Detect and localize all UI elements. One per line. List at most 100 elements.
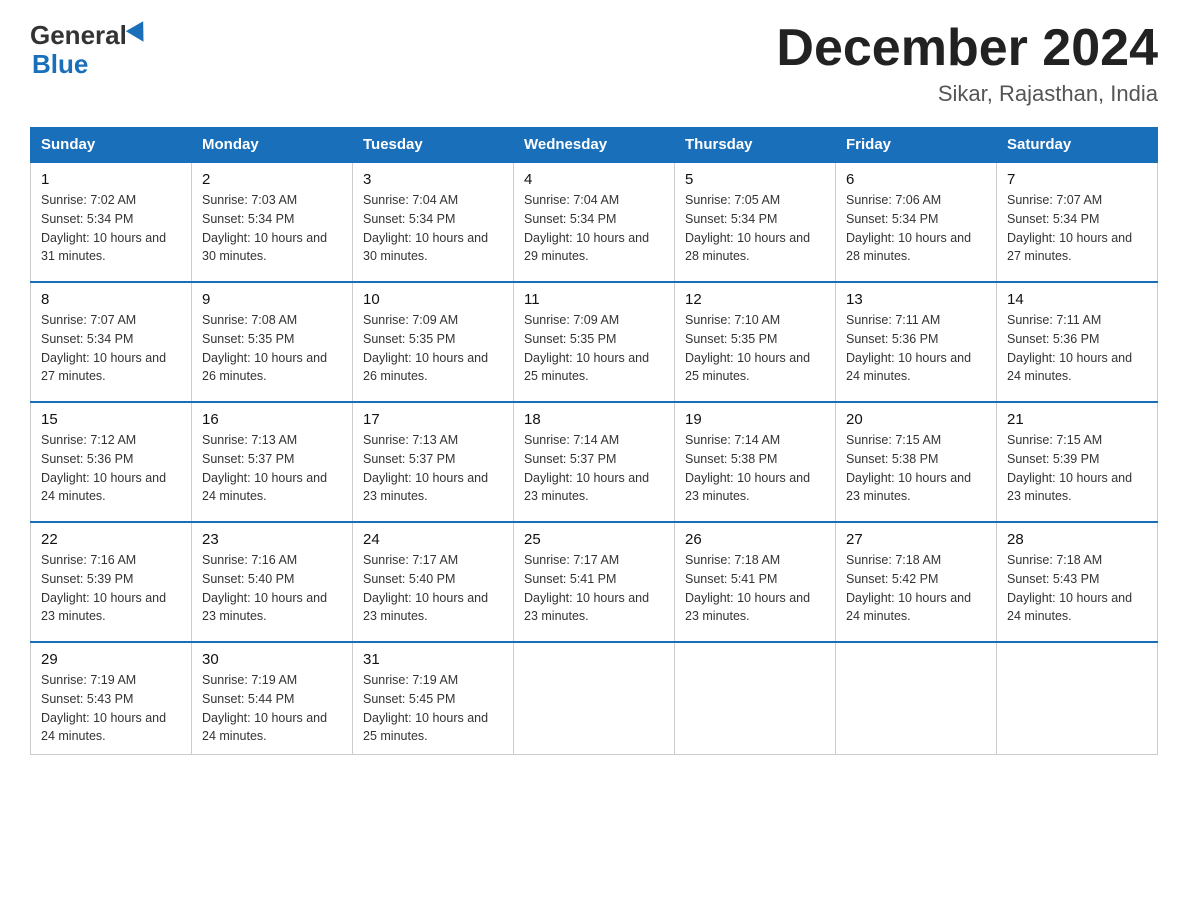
table-row: 2 Sunrise: 7:03 AM Sunset: 5:34 PM Dayli… (192, 162, 353, 282)
table-row: 26 Sunrise: 7:18 AM Sunset: 5:41 PM Dayl… (675, 522, 836, 642)
logo-text: General (30, 20, 149, 51)
location-title: Sikar, Rajasthan, India (776, 81, 1158, 107)
day-number: 13 (846, 291, 986, 308)
table-row: 30 Sunrise: 7:19 AM Sunset: 5:44 PM Dayl… (192, 642, 353, 755)
day-info: Sunrise: 7:10 AM Sunset: 5:35 PM Dayligh… (685, 311, 825, 386)
day-info: Sunrise: 7:19 AM Sunset: 5:44 PM Dayligh… (202, 671, 342, 746)
calendar-row-2: 15 Sunrise: 7:12 AM Sunset: 5:36 PM Dayl… (31, 402, 1158, 522)
table-row: 4 Sunrise: 7:04 AM Sunset: 5:34 PM Dayli… (514, 162, 675, 282)
day-number: 19 (685, 411, 825, 428)
day-number: 6 (846, 171, 986, 188)
month-title: December 2024 (776, 20, 1158, 77)
day-number: 10 (363, 291, 503, 308)
table-row: 17 Sunrise: 7:13 AM Sunset: 5:37 PM Dayl… (353, 402, 514, 522)
day-info: Sunrise: 7:03 AM Sunset: 5:34 PM Dayligh… (202, 191, 342, 266)
table-row: 14 Sunrise: 7:11 AM Sunset: 5:36 PM Dayl… (997, 282, 1158, 402)
day-info: Sunrise: 7:11 AM Sunset: 5:36 PM Dayligh… (846, 311, 986, 386)
day-number: 17 (363, 411, 503, 428)
day-info: Sunrise: 7:17 AM Sunset: 5:40 PM Dayligh… (363, 551, 503, 626)
day-number: 1 (41, 171, 181, 188)
table-row (836, 642, 997, 755)
col-tuesday: Tuesday (353, 128, 514, 163)
table-row: 22 Sunrise: 7:16 AM Sunset: 5:39 PM Dayl… (31, 522, 192, 642)
day-number: 21 (1007, 411, 1147, 428)
day-number: 3 (363, 171, 503, 188)
table-row: 6 Sunrise: 7:06 AM Sunset: 5:34 PM Dayli… (836, 162, 997, 282)
col-saturday: Saturday (997, 128, 1158, 163)
table-row: 15 Sunrise: 7:12 AM Sunset: 5:36 PM Dayl… (31, 402, 192, 522)
table-row: 11 Sunrise: 7:09 AM Sunset: 5:35 PM Dayl… (514, 282, 675, 402)
day-number: 14 (1007, 291, 1147, 308)
table-row: 19 Sunrise: 7:14 AM Sunset: 5:38 PM Dayl… (675, 402, 836, 522)
day-info: Sunrise: 7:15 AM Sunset: 5:39 PM Dayligh… (1007, 431, 1147, 506)
day-number: 12 (685, 291, 825, 308)
col-monday: Monday (192, 128, 353, 163)
day-number: 8 (41, 291, 181, 308)
logo-triangle-icon (126, 21, 152, 47)
day-number: 24 (363, 531, 503, 548)
day-info: Sunrise: 7:17 AM Sunset: 5:41 PM Dayligh… (524, 551, 664, 626)
logo: General Blue (30, 20, 149, 80)
table-row: 20 Sunrise: 7:15 AM Sunset: 5:38 PM Dayl… (836, 402, 997, 522)
day-info: Sunrise: 7:13 AM Sunset: 5:37 PM Dayligh… (363, 431, 503, 506)
table-row: 10 Sunrise: 7:09 AM Sunset: 5:35 PM Dayl… (353, 282, 514, 402)
table-row: 18 Sunrise: 7:14 AM Sunset: 5:37 PM Dayl… (514, 402, 675, 522)
day-number: 25 (524, 531, 664, 548)
table-row: 23 Sunrise: 7:16 AM Sunset: 5:40 PM Dayl… (192, 522, 353, 642)
day-info: Sunrise: 7:07 AM Sunset: 5:34 PM Dayligh… (1007, 191, 1147, 266)
day-info: Sunrise: 7:18 AM Sunset: 5:41 PM Dayligh… (685, 551, 825, 626)
day-number: 2 (202, 171, 342, 188)
table-row: 21 Sunrise: 7:15 AM Sunset: 5:39 PM Dayl… (997, 402, 1158, 522)
day-number: 9 (202, 291, 342, 308)
col-sunday: Sunday (31, 128, 192, 163)
title-area: December 2024 Sikar, Rajasthan, India (776, 20, 1158, 107)
table-row: 13 Sunrise: 7:11 AM Sunset: 5:36 PM Dayl… (836, 282, 997, 402)
day-info: Sunrise: 7:16 AM Sunset: 5:39 PM Dayligh… (41, 551, 181, 626)
day-number: 15 (41, 411, 181, 428)
calendar-row-3: 22 Sunrise: 7:16 AM Sunset: 5:39 PM Dayl… (31, 522, 1158, 642)
day-number: 31 (363, 651, 503, 668)
table-row: 27 Sunrise: 7:18 AM Sunset: 5:42 PM Dayl… (836, 522, 997, 642)
table-row: 16 Sunrise: 7:13 AM Sunset: 5:37 PM Dayl… (192, 402, 353, 522)
page-header: General Blue December 2024 Sikar, Rajast… (30, 20, 1158, 107)
logo-blue: Blue (32, 49, 88, 79)
day-number: 18 (524, 411, 664, 428)
day-number: 27 (846, 531, 986, 548)
day-number: 23 (202, 531, 342, 548)
day-number: 30 (202, 651, 342, 668)
day-number: 16 (202, 411, 342, 428)
day-number: 22 (41, 531, 181, 548)
day-number: 20 (846, 411, 986, 428)
day-info: Sunrise: 7:05 AM Sunset: 5:34 PM Dayligh… (685, 191, 825, 266)
day-number: 5 (685, 171, 825, 188)
day-number: 4 (524, 171, 664, 188)
day-number: 7 (1007, 171, 1147, 188)
day-info: Sunrise: 7:04 AM Sunset: 5:34 PM Dayligh… (524, 191, 664, 266)
day-info: Sunrise: 7:18 AM Sunset: 5:43 PM Dayligh… (1007, 551, 1147, 626)
table-row: 25 Sunrise: 7:17 AM Sunset: 5:41 PM Dayl… (514, 522, 675, 642)
day-number: 28 (1007, 531, 1147, 548)
col-thursday: Thursday (675, 128, 836, 163)
calendar-row-1: 8 Sunrise: 7:07 AM Sunset: 5:34 PM Dayli… (31, 282, 1158, 402)
day-info: Sunrise: 7:15 AM Sunset: 5:38 PM Dayligh… (846, 431, 986, 506)
table-row: 7 Sunrise: 7:07 AM Sunset: 5:34 PM Dayli… (997, 162, 1158, 282)
day-info: Sunrise: 7:07 AM Sunset: 5:34 PM Dayligh… (41, 311, 181, 386)
col-wednesday: Wednesday (514, 128, 675, 163)
table-row: 3 Sunrise: 7:04 AM Sunset: 5:34 PM Dayli… (353, 162, 514, 282)
day-info: Sunrise: 7:14 AM Sunset: 5:38 PM Dayligh… (685, 431, 825, 506)
day-number: 29 (41, 651, 181, 668)
table-row (675, 642, 836, 755)
day-info: Sunrise: 7:02 AM Sunset: 5:34 PM Dayligh… (41, 191, 181, 266)
day-info: Sunrise: 7:19 AM Sunset: 5:45 PM Dayligh… (363, 671, 503, 746)
day-info: Sunrise: 7:04 AM Sunset: 5:34 PM Dayligh… (363, 191, 503, 266)
table-row: 5 Sunrise: 7:05 AM Sunset: 5:34 PM Dayli… (675, 162, 836, 282)
day-info: Sunrise: 7:19 AM Sunset: 5:43 PM Dayligh… (41, 671, 181, 746)
day-info: Sunrise: 7:18 AM Sunset: 5:42 PM Dayligh… (846, 551, 986, 626)
col-friday: Friday (836, 128, 997, 163)
table-row: 8 Sunrise: 7:07 AM Sunset: 5:34 PM Dayli… (31, 282, 192, 402)
table-row: 12 Sunrise: 7:10 AM Sunset: 5:35 PM Dayl… (675, 282, 836, 402)
day-info: Sunrise: 7:06 AM Sunset: 5:34 PM Dayligh… (846, 191, 986, 266)
header-row: Sunday Monday Tuesday Wednesday Thursday… (31, 128, 1158, 163)
table-row: 1 Sunrise: 7:02 AM Sunset: 5:34 PM Dayli… (31, 162, 192, 282)
day-info: Sunrise: 7:09 AM Sunset: 5:35 PM Dayligh… (363, 311, 503, 386)
